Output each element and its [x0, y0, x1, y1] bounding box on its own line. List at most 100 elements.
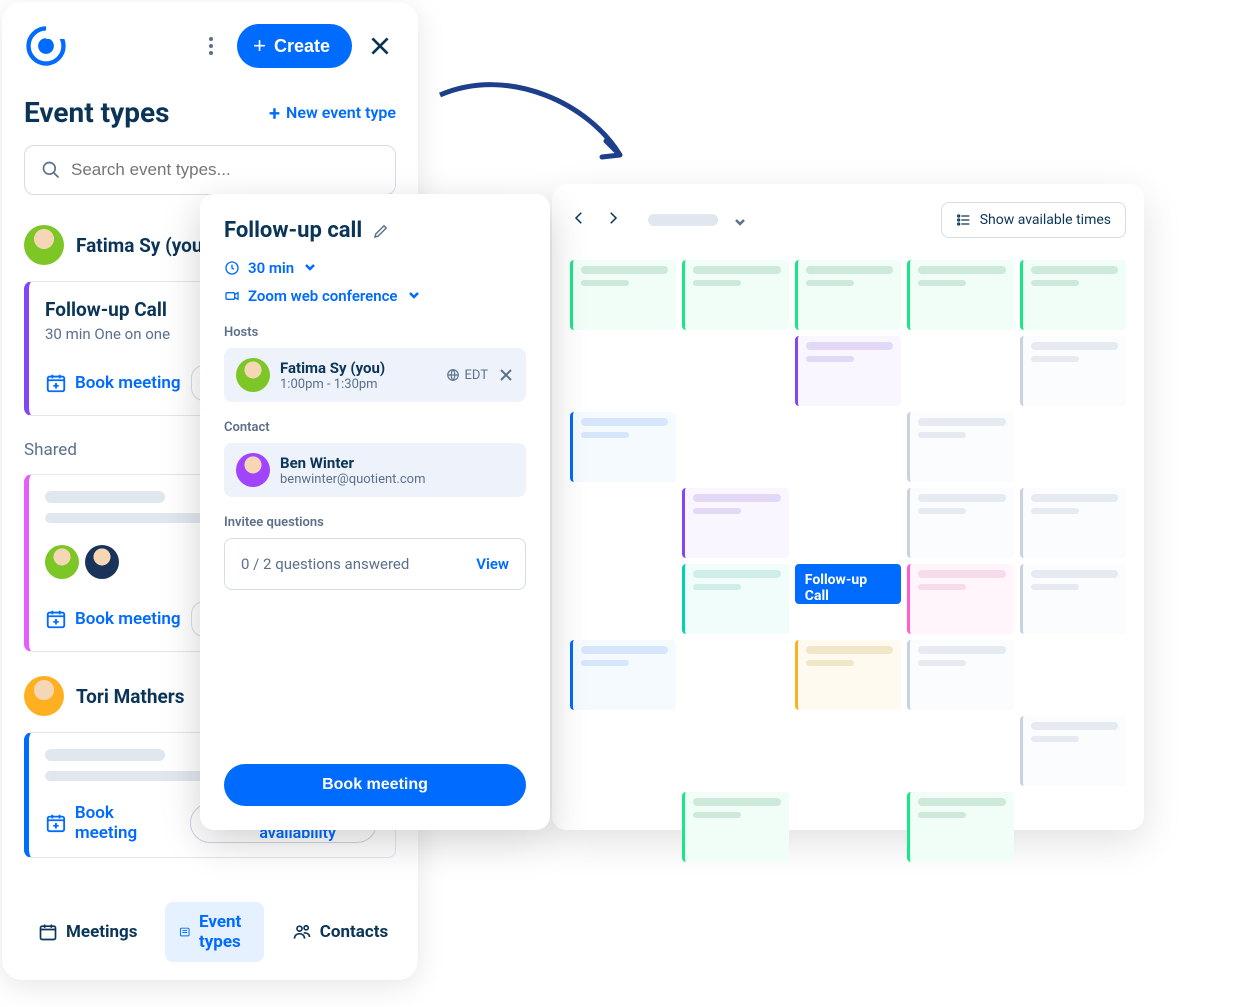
- avatar: [24, 676, 64, 716]
- globe-icon: [446, 368, 460, 382]
- book-meeting-label: Book meeting: [75, 373, 181, 393]
- list-icon: [956, 212, 972, 228]
- contact-card[interactable]: Ben Winter benwinter@quotient.com: [224, 443, 526, 497]
- calendar-slot[interactable]: [1020, 716, 1126, 786]
- calendar-slot[interactable]: [795, 336, 901, 406]
- prev-button[interactable]: [570, 209, 592, 231]
- period-placeholder: [648, 214, 718, 226]
- contacts-icon: [292, 922, 312, 942]
- invitee-questions-box: 0 / 2 questions answered View: [224, 538, 526, 590]
- tab-label: Contacts: [320, 922, 388, 942]
- placeholder: [45, 491, 165, 503]
- create-label: Create: [274, 36, 330, 57]
- popover-title: Follow-up call: [224, 218, 362, 243]
- calendar-slot[interactable]: [795, 260, 901, 330]
- calendar-slot[interactable]: [907, 792, 1013, 862]
- tab-label: Event types: [199, 912, 250, 952]
- duration-selector[interactable]: 30 min: [224, 259, 526, 277]
- calendar-slot[interactable]: [1020, 260, 1126, 330]
- calendar-slot[interactable]: [1020, 488, 1126, 558]
- calendar-slot[interactable]: [570, 412, 676, 482]
- timezone-selector[interactable]: EDT: [446, 368, 488, 383]
- calendar-slot[interactable]: [682, 564, 788, 634]
- close-button[interactable]: [364, 30, 396, 62]
- show-available-label: Show available times: [980, 212, 1111, 228]
- calendar-plus-icon: [45, 372, 67, 394]
- placeholder: [45, 513, 205, 523]
- timezone-label: EDT: [464, 368, 488, 383]
- calendar-plus-icon: [45, 608, 67, 630]
- calendar-slot[interactable]: [907, 260, 1013, 330]
- book-meeting-link[interactable]: Book meeting: [45, 803, 180, 843]
- tab-contacts[interactable]: Contacts: [278, 912, 402, 952]
- book-meeting-link[interactable]: Book meeting: [45, 372, 181, 394]
- plus-icon: +: [253, 35, 266, 57]
- connector-arrow: [430, 75, 650, 175]
- duration-label: 30 min: [248, 259, 294, 277]
- calendar-slot[interactable]: [795, 640, 901, 710]
- book-meeting-button[interactable]: Book meeting: [224, 764, 526, 806]
- tab-label: Meetings: [66, 922, 137, 942]
- placeholder: [45, 771, 205, 781]
- avatar: [85, 545, 119, 579]
- edit-icon[interactable]: [372, 222, 390, 240]
- location-label: Zoom web conference: [248, 287, 398, 305]
- tab-meetings[interactable]: Meetings: [24, 912, 151, 952]
- chevron-down-icon: [304, 259, 316, 277]
- calendar-slot[interactable]: [570, 260, 676, 330]
- avatar: [236, 453, 270, 487]
- calendar-slot[interactable]: [907, 488, 1013, 558]
- user-name: Fatima Sy (you): [76, 234, 209, 257]
- show-available-times-button[interactable]: Show available times: [941, 202, 1126, 238]
- search-field[interactable]: [24, 145, 396, 195]
- search-input[interactable]: [71, 160, 379, 180]
- calendar-icon: [38, 922, 58, 942]
- calendar-slot[interactable]: [1020, 336, 1126, 406]
- bottom-nav: Meetings Event types Contacts: [24, 888, 396, 962]
- chevron-down-icon: [408, 287, 420, 305]
- calendar-event-followup[interactable]: Follow-up Call: [795, 564, 901, 604]
- list-card-icon: [179, 922, 191, 942]
- calendar-grid: Follow-up Call: [570, 260, 1126, 862]
- questions-summary: 0 / 2 questions answered: [241, 555, 409, 573]
- contact-name: Ben Winter: [280, 454, 425, 472]
- avatar: [24, 225, 64, 265]
- calendar-plus-icon: [45, 812, 67, 834]
- calendar-slot[interactable]: [682, 488, 788, 558]
- calendar-slot[interactable]: [1020, 564, 1126, 634]
- remove-host-button[interactable]: [498, 367, 514, 383]
- new-event-type-link[interactable]: + New event type: [269, 101, 396, 125]
- host-time: 1:00pm - 1:30pm: [280, 377, 436, 392]
- calendar-panel: Show available times Follow-up Call: [552, 184, 1144, 830]
- avatar: [45, 545, 79, 579]
- search-icon: [41, 160, 61, 180]
- calendar-slot[interactable]: [682, 260, 788, 330]
- new-event-label: New event type: [286, 103, 396, 122]
- book-meeting-label: Book meeting: [75, 803, 180, 843]
- calendar-slot[interactable]: [907, 640, 1013, 710]
- user-name: Tori Mathers: [76, 685, 184, 708]
- create-button[interactable]: + Create: [237, 24, 352, 68]
- brand-logo: [24, 24, 68, 68]
- host-card[interactable]: Fatima Sy (you) 1:00pm - 1:30pm EDT: [224, 348, 526, 402]
- calendar-slot[interactable]: [907, 412, 1013, 482]
- video-icon: [224, 288, 240, 304]
- calendar-slot[interactable]: [570, 640, 676, 710]
- clock-icon: [224, 260, 240, 276]
- location-selector[interactable]: Zoom web conference: [224, 287, 526, 305]
- tab-event-types[interactable]: Event types: [165, 902, 263, 962]
- calendar-slot[interactable]: [682, 792, 788, 862]
- chevron-down-icon[interactable]: [734, 213, 748, 227]
- contact-email: benwinter@quotient.com: [280, 472, 425, 487]
- calendar-slot[interactable]: [907, 564, 1013, 634]
- view-questions-link[interactable]: View: [476, 555, 509, 573]
- questions-label: Invitee questions: [224, 515, 526, 530]
- plus-icon: +: [269, 101, 280, 125]
- placeholder: [45, 749, 165, 761]
- book-meeting-link[interactable]: Book meeting: [45, 608, 181, 630]
- more-menu-button[interactable]: [197, 32, 225, 60]
- next-button[interactable]: [604, 209, 626, 231]
- avatar: [236, 358, 270, 392]
- book-meeting-label: Book meeting: [75, 609, 181, 629]
- hosts-label: Hosts: [224, 325, 526, 340]
